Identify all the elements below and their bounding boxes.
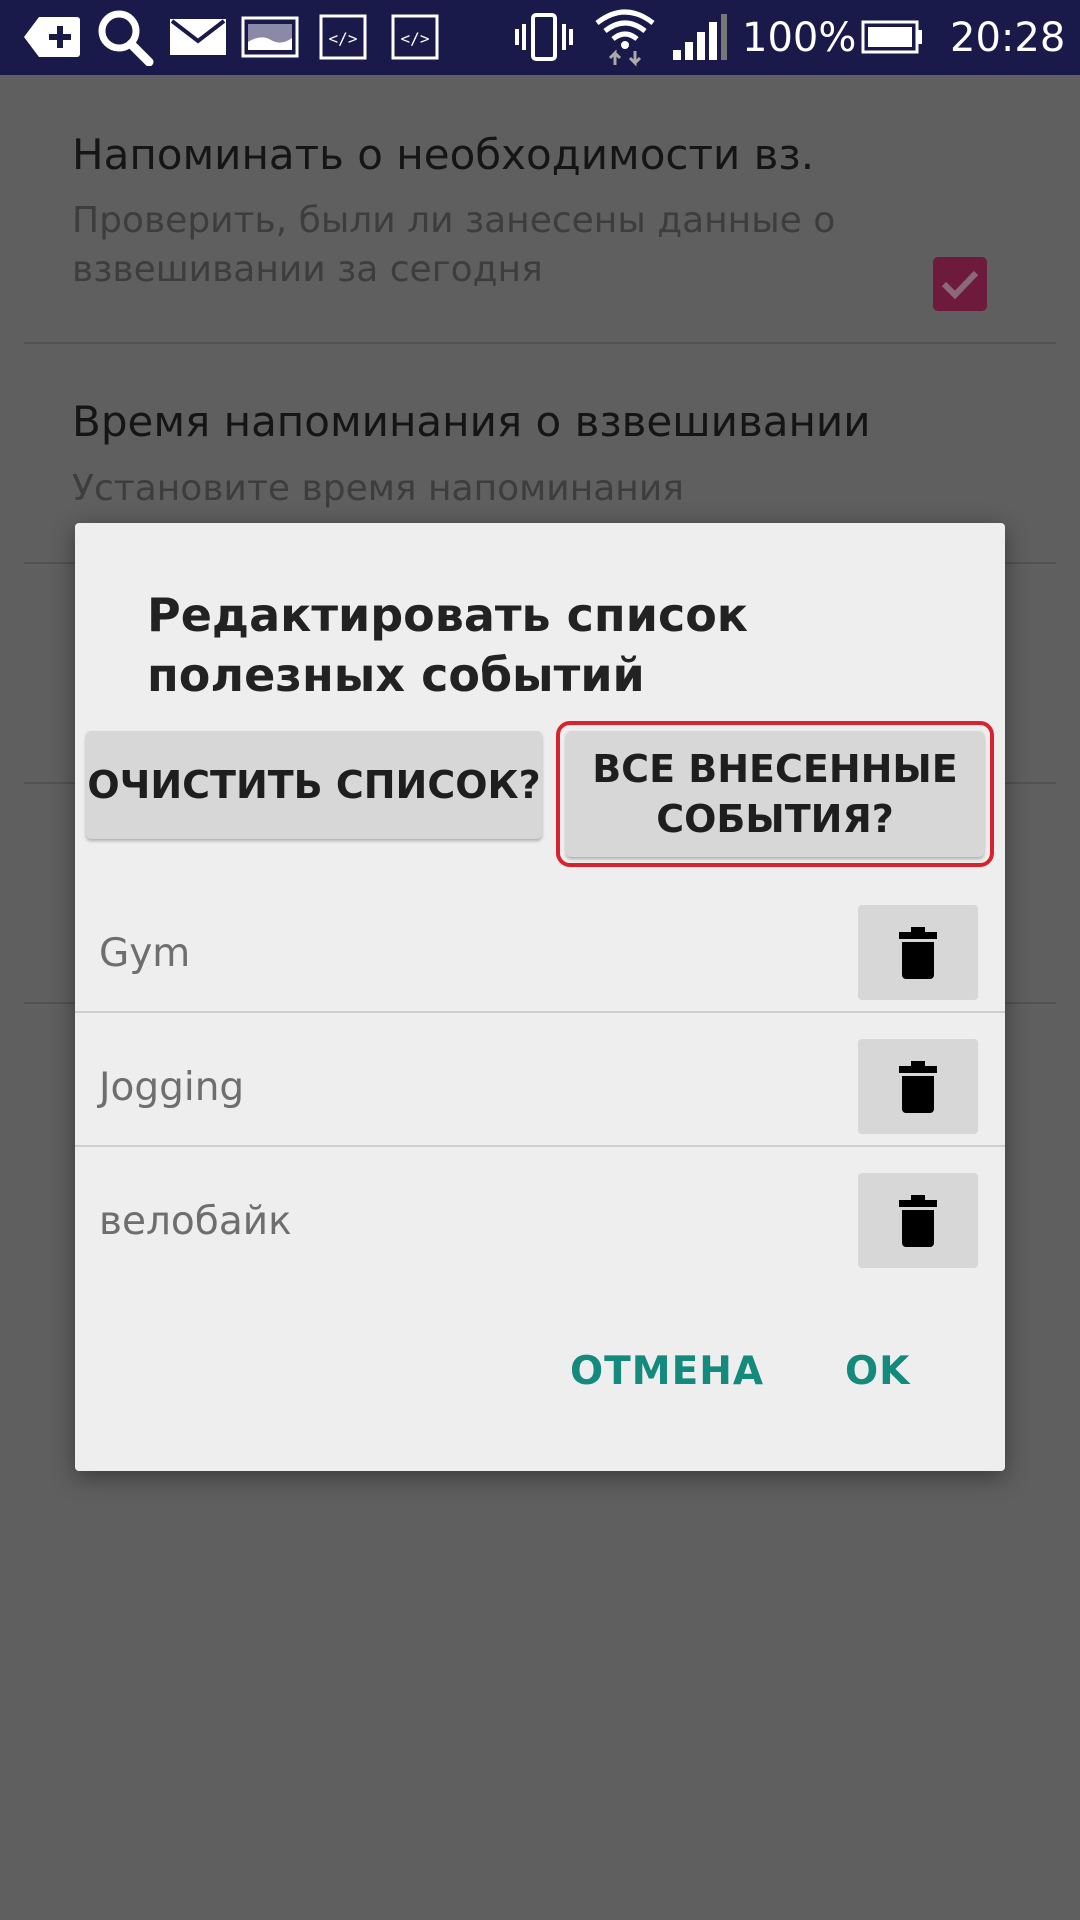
delete-event-button[interactable] (858, 905, 978, 1000)
edit-events-dialog: Редактировать список полезных событий ОЧ… (75, 523, 1005, 1471)
list-item: Gym (75, 895, 1005, 1029)
divider (75, 1145, 1005, 1147)
code-icon: </> (318, 10, 368, 64)
battery-percent: 100% (742, 15, 857, 61)
divider (75, 1011, 1005, 1013)
clear-list-button[interactable]: ОЧИСТИТЬ СПИСОК? (86, 731, 542, 839)
vibrate-icon (514, 10, 574, 64)
settings-item-title: Время напоминания о взвешивании (72, 397, 871, 446)
event-label: Jogging (99, 1065, 245, 1110)
highlight-frame (556, 721, 994, 867)
delete-event-button[interactable] (858, 1039, 978, 1134)
code-icon: </> (390, 10, 440, 64)
status-bar: </> </> 100% 20:28 (0, 0, 1080, 75)
trash-icon (899, 1194, 937, 1247)
svg-text:</>: </> (401, 29, 430, 48)
trash-icon (899, 926, 937, 979)
divider (24, 342, 1056, 344)
checkmark-icon (941, 270, 979, 300)
list-item: велобайк (75, 1163, 1005, 1297)
wifi-icon (592, 9, 658, 67)
delete-event-button[interactable] (858, 1173, 978, 1268)
clock: 20:28 (950, 15, 1066, 61)
settings-item-title: Напоминать о необходимости вз. (72, 130, 815, 179)
svg-text:</>: </> (329, 29, 358, 48)
list-item: Jogging (75, 1029, 1005, 1163)
signal-icon (670, 10, 730, 64)
cancel-button[interactable]: ОТМЕНА (570, 1349, 764, 1394)
settings-item-summary: Установите время напоминания (72, 468, 684, 509)
trash-icon (899, 1060, 937, 1113)
search-icon (94, 10, 156, 66)
settings-item-summary: Проверить, были ли занесены данные о взв… (72, 200, 836, 290)
add-message-icon (22, 10, 82, 64)
mail-icon (168, 10, 228, 64)
ok-button[interactable]: OK (845, 1349, 910, 1394)
event-label: велобайк (99, 1199, 292, 1244)
battery-icon (860, 10, 924, 64)
reminder-checkbox[interactable] (933, 257, 987, 311)
event-label: Gym (99, 931, 191, 976)
image-icon (240, 10, 300, 64)
dialog-title: Редактировать список полезных событий (147, 588, 749, 702)
